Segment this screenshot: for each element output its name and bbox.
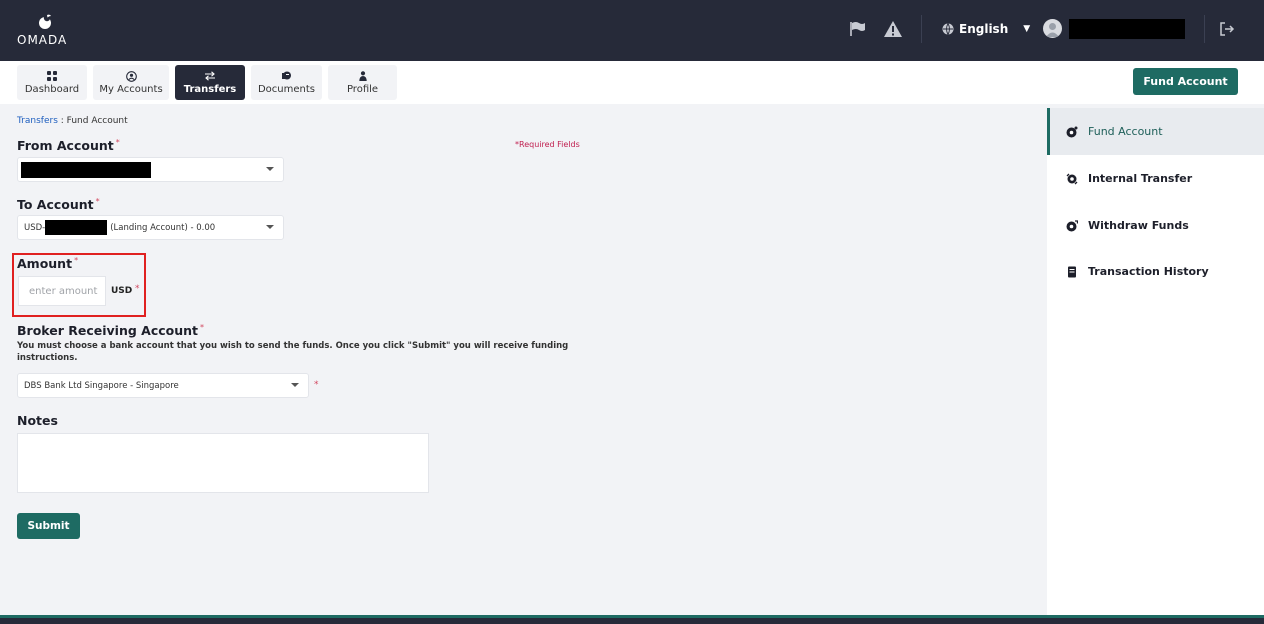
- main-nav: Dashboard My Accounts Transfers Document…: [0, 61, 1264, 104]
- header-divider: [1204, 15, 1205, 43]
- internal-transfer-icon: [1066, 173, 1078, 185]
- username-redacted[interactable]: [1069, 19, 1185, 39]
- broker-account-value: DBS Bank Ltd Singapore - Singapore: [24, 380, 179, 391]
- history-icon: [1066, 266, 1078, 278]
- to-account-label: To Account *: [17, 197, 100, 212]
- nav-my-accounts[interactable]: My Accounts: [93, 65, 169, 100]
- amount-label-text: Amount: [17, 256, 73, 271]
- nav-label: Dashboard: [24, 84, 80, 95]
- required-star: *: [135, 284, 140, 294]
- footer-bar: [0, 618, 1264, 624]
- omada-logo[interactable]: OMADA: [17, 14, 77, 48]
- broker-helper-text: You must choose a bank account that you …: [17, 341, 569, 363]
- to-account-prefix: USD-: [24, 222, 46, 233]
- sidebar-item-label: Transaction History: [1088, 265, 1209, 278]
- required-star: *: [74, 256, 79, 265]
- nav-transfers[interactable]: Transfers: [175, 65, 245, 100]
- from-account-label: From Account *: [17, 138, 120, 153]
- sidebar-item-label: Internal Transfer: [1088, 172, 1193, 185]
- amount-label: Amount *: [17, 256, 78, 271]
- nav-label: Profile: [346, 84, 379, 95]
- nav-dashboard[interactable]: Dashboard: [17, 65, 87, 100]
- from-account-redacted-value: [21, 161, 151, 178]
- required-star: *: [95, 197, 100, 206]
- sidebar-item-withdraw-funds[interactable]: Withdraw Funds: [1047, 202, 1264, 249]
- nav-label: Transfers: [183, 84, 237, 95]
- broker-account-select[interactable]: DBS Bank Ltd Singapore - Singapore: [17, 373, 309, 398]
- transfers-sidebar: Fund Account Internal Transfer Withdraw …: [1047, 108, 1264, 615]
- sidebar-item-label: Fund Account: [1088, 125, 1163, 138]
- required-star: *: [115, 138, 120, 147]
- top-header: OMADA English ▼: [0, 0, 1264, 61]
- chevron-down-icon: [266, 167, 274, 171]
- header-divider: [921, 15, 922, 43]
- required-star: *: [314, 380, 319, 390]
- breadcrumb-separator: :: [57, 116, 67, 126]
- breadcrumb-current: Fund Account: [66, 116, 128, 126]
- nav-label: My Accounts: [99, 84, 163, 95]
- nav-documents[interactable]: Documents: [251, 65, 322, 100]
- breadcrumb: Transfers : Fund Account: [17, 116, 128, 126]
- to-account-redacted-number: [45, 220, 108, 235]
- from-account-select[interactable]: [17, 157, 284, 182]
- amount-input[interactable]: [18, 276, 106, 306]
- user-circle-icon: [125, 70, 137, 82]
- warning-icon[interactable]: [883, 19, 903, 39]
- withdraw-icon: [1066, 219, 1078, 232]
- notes-textarea[interactable]: [17, 433, 429, 493]
- globe-icon: [942, 23, 954, 35]
- person-icon: [358, 70, 367, 82]
- fund-account-button[interactable]: Fund Account: [1133, 68, 1238, 95]
- broker-account-label: Broker Receiving Account *: [17, 323, 204, 338]
- nav-profile[interactable]: Profile: [328, 65, 397, 100]
- submit-button[interactable]: Submit: [17, 513, 80, 539]
- amount-currency: USD: [111, 286, 133, 296]
- sidebar-item-fund-account[interactable]: Fund Account: [1047, 108, 1264, 155]
- broker-account-label-text: Broker Receiving Account: [17, 323, 199, 338]
- sidebar-item-internal-transfer[interactable]: Internal Transfer: [1047, 155, 1264, 202]
- notes-label: Notes: [17, 413, 58, 428]
- to-account-suffix: (Landing Account) - 0.00: [110, 222, 216, 233]
- required-star: *: [200, 323, 205, 332]
- to-account-select[interactable]: USD- (Landing Account) - 0.00: [17, 215, 284, 240]
- transfer-arrows-icon: [204, 70, 216, 82]
- flag-icon[interactable]: [848, 19, 868, 39]
- logo-text: OMADA: [17, 33, 68, 47]
- to-account-label-text: To Account: [17, 197, 94, 212]
- nav-label: Documents: [257, 84, 316, 95]
- user-avatar-icon[interactable]: [1043, 19, 1062, 38]
- sidebar-item-transaction-history[interactable]: Transaction History: [1047, 248, 1264, 295]
- breadcrumb-link-transfers[interactable]: Transfers: [17, 116, 58, 126]
- language-selector[interactable]: English ▼: [942, 18, 1030, 40]
- from-account-label-text: From Account: [17, 138, 114, 153]
- required-fields-note: *Required Fields: [515, 140, 580, 149]
- documents-icon: [281, 70, 292, 82]
- sidebar-item-label: Withdraw Funds: [1088, 219, 1189, 232]
- chevron-down-icon: [266, 225, 274, 229]
- chevron-down-icon: [291, 383, 299, 387]
- chevron-down-icon: ▼: [1023, 24, 1031, 34]
- fund-icon: [1066, 126, 1078, 138]
- logout-icon[interactable]: [1217, 19, 1237, 39]
- language-label: English: [959, 22, 1009, 36]
- logo-mark-icon: [39, 14, 51, 29]
- grid-icon: [47, 70, 57, 82]
